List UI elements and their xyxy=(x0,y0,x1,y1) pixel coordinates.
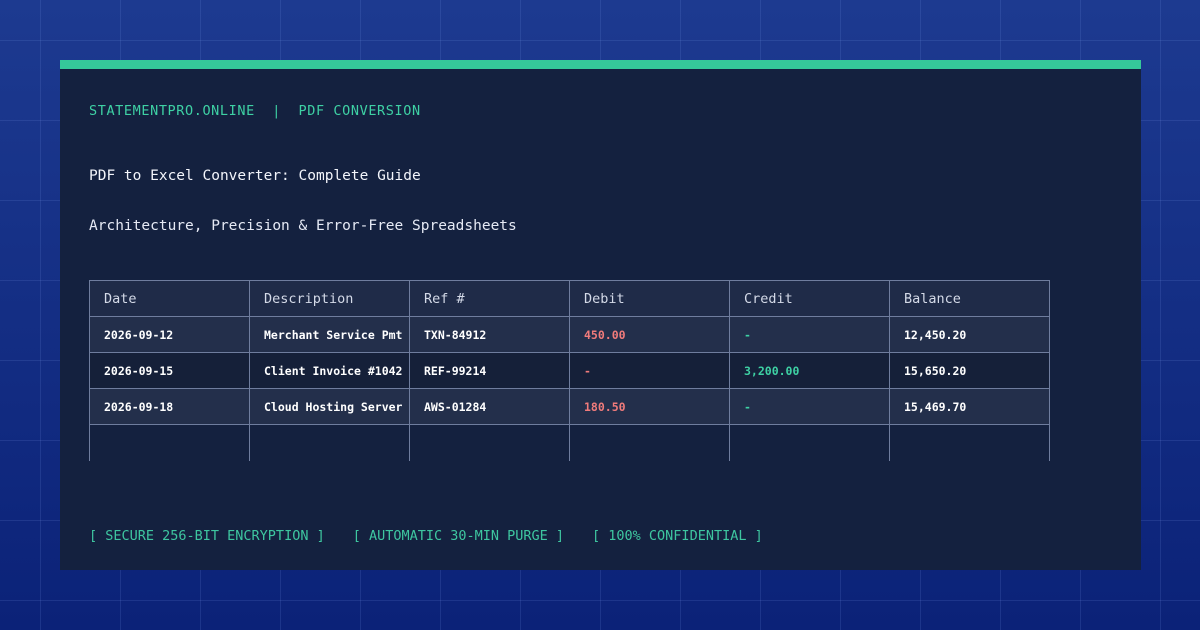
feature-tags: [ SECURE 256-BIT ENCRYPTION ] [ AUTOMATI… xyxy=(89,528,763,544)
cell-balance: 15,650.20 xyxy=(889,352,1050,389)
table-row-empty xyxy=(89,424,1050,461)
cell-credit: - xyxy=(729,316,890,353)
cell-debit: 180.50 xyxy=(569,388,730,425)
column-header-date: Date xyxy=(89,280,250,317)
article-card: STATEMENTPRO.ONLINE | PDF CONVERSION PDF… xyxy=(60,60,1141,570)
cell-description: Client Invoice #1042 xyxy=(249,352,410,389)
empty-cell xyxy=(249,424,410,461)
cell-description: Cloud Hosting Server xyxy=(249,388,410,425)
cell-credit: 3,200.00 xyxy=(729,352,890,389)
cell-date: 2026-09-12 xyxy=(89,316,250,353)
column-header-balance: Balance xyxy=(889,280,1050,317)
column-header-description: Description xyxy=(249,280,410,317)
empty-cell xyxy=(409,424,570,461)
empty-cell xyxy=(89,424,250,461)
cell-ref: AWS-01284 xyxy=(409,388,570,425)
brand-name[interactable]: STATEMENTPRO.ONLINE xyxy=(89,103,255,119)
column-header-credit: Credit xyxy=(729,280,890,317)
empty-cell xyxy=(569,424,730,461)
brand-line: STATEMENTPRO.ONLINE | PDF CONVERSION xyxy=(89,103,421,119)
cell-debit: - xyxy=(569,352,730,389)
page-subtitle: Architecture, Precision & Error-Free Spr… xyxy=(89,218,517,234)
table-row: 2026-09-12 Merchant Service Pmt TXN-8491… xyxy=(89,316,1050,353)
cell-ref: REF-99214 xyxy=(409,352,570,389)
cell-date: 2026-09-18 xyxy=(89,388,250,425)
tag-auto-purge: [ AUTOMATIC 30-MIN PURGE ] xyxy=(352,528,565,544)
column-header-ref: Ref # xyxy=(409,280,570,317)
empty-cell xyxy=(729,424,890,461)
cell-balance: 12,450.20 xyxy=(889,316,1050,353)
cell-credit: - xyxy=(729,388,890,425)
table-row: 2026-09-18 Cloud Hosting Server AWS-0128… xyxy=(89,388,1050,425)
tag-confidential: [ 100% CONFIDENTIAL ] xyxy=(592,528,763,544)
category-label: PDF CONVERSION xyxy=(298,103,421,119)
empty-cell xyxy=(889,424,1050,461)
page-title: PDF to Excel Converter: Complete Guide xyxy=(89,168,421,184)
table-row: 2026-09-15 Client Invoice #1042 REF-9921… xyxy=(89,352,1050,389)
table-header-row: Date Description Ref # Debit Credit Bala… xyxy=(89,280,1050,317)
brand-separator: | xyxy=(272,103,282,119)
cell-date: 2026-09-15 xyxy=(89,352,250,389)
tag-encryption: [ SECURE 256-BIT ENCRYPTION ] xyxy=(89,528,325,544)
statement-table: Date Description Ref # Debit Credit Bala… xyxy=(89,280,1050,461)
cell-description: Merchant Service Pmt xyxy=(249,316,410,353)
column-header-debit: Debit xyxy=(569,280,730,317)
cell-balance: 15,469.70 xyxy=(889,388,1050,425)
cell-debit: 450.00 xyxy=(569,316,730,353)
cell-ref: TXN-84912 xyxy=(409,316,570,353)
